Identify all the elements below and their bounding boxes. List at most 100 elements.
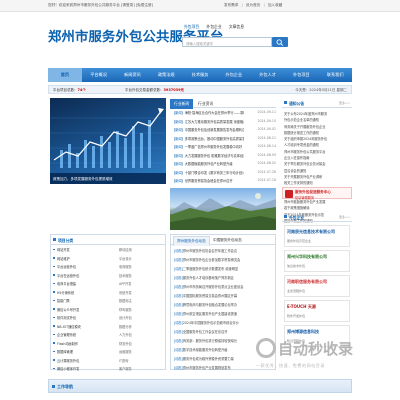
news-item-title[interactable]: 【新闻】多项政策出台，推动中国服务外包高质量发展 <box>172 136 244 141</box>
dynamics-item[interactable]: [动态]郑州航空港区服务外包产业园建设提速 <box>171 308 275 317</box>
project-category-link[interactable]: 云计算服务外包 <box>57 358 79 363</box>
set-homepage-link[interactable]: 设为首页 <box>246 3 260 7</box>
nav-home[interactable]: 首页 <box>48 68 82 82</box>
project-category-link[interactable]: 数据库管理 <box>57 349 73 354</box>
project-category-link[interactable]: NB-IOT通信模块 <box>57 324 81 329</box>
project-category-link[interactable]: IT咨询 <box>119 358 128 363</box>
news-item[interactable]: 【新闻】中国服务外包及创新发展报告发布会顺利召开 2024-09-02 <box>170 125 276 134</box>
project-category-link[interactable]: 财务外包 <box>119 341 132 346</box>
news-item[interactable]: 【新闻】世界服务贸易协会峰会在郑州召开 2024-07-18 <box>170 176 276 185</box>
dynamics-item-title[interactable]: [动态]跨境电商与服务外包融合发展论坛举办 <box>174 302 274 307</box>
search-button[interactable] <box>272 37 288 47</box>
nav-projects[interactable]: 外包项目 <box>284 68 318 82</box>
news-item-title[interactable]: 【新闻】大数据赋能服务外包产业转型升级 <box>172 161 244 166</box>
project-category-link[interactable]: 软件测试外包 <box>57 315 76 320</box>
news-item-title[interactable]: 【新闻】中国服务外包及创新发展报告发布会顺利召开 <box>172 127 244 132</box>
search-tab-projects[interactable]: 外包项目 <box>184 24 199 29</box>
project-category-link[interactable]: APP开发 <box>119 281 131 286</box>
service-center-banner[interactable]: 服务外包促进服务中心 信息管理服务 <box>282 187 352 200</box>
dynamics-item[interactable]: [动态]服务外包人才培训基地落户郑东新区 <box>171 272 275 281</box>
enterprise-more-link[interactable]: 更多>> <box>339 215 350 219</box>
project-category-link[interactable]: H5分销系统 <box>57 290 74 295</box>
notice-more-link[interactable]: 更多>> <box>339 101 350 105</box>
news-item[interactable]: 【新闻】大数据赋能服务外包产业转型升级 2024-08-02 <box>170 159 276 168</box>
enterprise-logo[interactable]: E-TOUCH 天源 软件开发外包 <box>284 300 350 322</box>
dynamics-item-title[interactable]: [动态]二季度服务外包统计数据发布 增速明显 <box>174 266 274 271</box>
news-item-title[interactable]: 【新闻】十部门联合印发《数字商务三年行动计划》 <box>172 170 244 175</box>
add-favorite-link[interactable]: 加入收藏 <box>268 3 282 7</box>
project-category-link[interactable]: 运维服务 <box>119 349 132 354</box>
news-item[interactable]: 【新闻】一季度广信郑州市服务外包发展稳中向好 2024-08-14 <box>170 142 276 151</box>
project-category-link[interactable]: 设计外包 <box>119 315 132 320</box>
news-item-title[interactable]: 【新闻】海阳·智海区业合作大会在郑州举行——录取的... <box>172 110 244 115</box>
nav-tech-service[interactable]: 技术服务 <box>183 68 217 82</box>
project-category-link[interactable]: 企业管理系统 <box>57 332 76 337</box>
news-item[interactable]: 【新闻】大力发展服务外包 助推数字经济与实体经济 2024-08-09 <box>170 151 276 160</box>
enterprise-logo[interactable]: 郑州兴华科技有限公司 信息技术外包 <box>284 250 350 272</box>
dynamics-item-title[interactable]: [动态]全国服务外包工作会议在京召开 <box>174 329 274 334</box>
enterprise-logo[interactable]: 河南辰光信息技术有限公司 服务外包示范企业 <box>284 225 350 247</box>
news-item[interactable]: 【新闻】十部门联合印发《数字商务三年行动计划》 2024-07-26 <box>170 168 276 177</box>
dynamics-item-title[interactable]: [动态]郑州市服务外包企业参加数字贸易博览会 <box>174 257 274 262</box>
tab-china-dynamics[interactable]: 中国服务外包动态 <box>213 238 242 243</box>
search-input[interactable]: 请输入搜索关键字 <box>182 37 272 47</box>
dynamics-item-text: 服务外包成为稳外贸稳外资重要力量 <box>182 356 234 361</box>
project-row: 平台运营外包 电商服务 <box>51 262 165 271</box>
news-item-title[interactable]: 【新闻】大力发展服务外包 助推数字经济与实体经济 <box>172 153 244 158</box>
tab-industry-info[interactable]: 行业资讯 <box>198 101 213 107</box>
project-category-link[interactable]: 移动应用 <box>119 247 132 252</box>
project-category-link[interactable]: 呼叫服务 <box>119 307 132 312</box>
project-category-link[interactable]: 微信公众号开发 <box>57 307 79 312</box>
project-category-link[interactable]: 网站开发 <box>57 247 70 252</box>
dynamics-item-title[interactable]: [动态]服务外包人才培训基地落户郑东新区 <box>174 275 274 280</box>
dynamics-item[interactable]: [动态]2024年中国服务外包示范城市综合评价 <box>171 317 275 326</box>
nav-news[interactable]: 新闻资讯 <box>116 68 150 82</box>
news-item-title[interactable]: 【新闻】一季度广信郑州市服务外包发展稳中向好 <box>172 144 244 149</box>
dynamics-item-title[interactable]: [动态]中国国际服务贸易交易会郑州展区开幕 <box>174 293 274 298</box>
dynamics-item[interactable]: [动态]跨境电商与服务外包融合发展论坛举办 <box>171 299 275 308</box>
project-category-link[interactable]: 数据分析 <box>119 324 132 329</box>
dynamics-item[interactable]: [动态]郑州市服务外包企业参加数字贸易博览会 <box>171 254 275 263</box>
dynamics-item[interactable]: [动态]二季度服务外包统计数据发布 增速明显 <box>171 263 275 272</box>
project-category-link[interactable]: 电商平台搭建 <box>57 281 76 286</box>
dynamics-item[interactable]: [动态]郑州市服务外包协会召开年度工作会议 <box>171 245 275 254</box>
dynamics-item-title[interactable]: [动态]2024年中国服务外包示范城市综合评价 <box>174 320 274 325</box>
nav-policy[interactable]: 政策法规 <box>149 68 183 82</box>
search-tab-articles[interactable]: 文章信息 <box>229 24 244 29</box>
login-link[interactable]: [请登录] <box>121 3 135 7</box>
post-demand-link[interactable]: 发布需求 <box>224 3 238 7</box>
nav-talent[interactable]: 外包人才 <box>251 68 285 82</box>
dynamics-item[interactable]: [动态]中国国际服务贸易交易会郑州展区开幕 <box>171 290 275 299</box>
nav-overview[interactable]: 平台概况 <box>82 68 116 82</box>
news-item[interactable]: 【新闻】多项政策出台，推动中国服务外包高质量发展 2024-08-21 <box>170 134 276 143</box>
news-item-title[interactable]: 【新闻】世界服务贸易协会峰会在郑州召开 <box>172 178 244 183</box>
news-item[interactable]: 【新闻】海阳·智海区业合作大会在郑州举行——录取的... 2024-09-11 <box>170 108 276 117</box>
project-category-link[interactable]: 人力外包 <box>119 332 132 337</box>
dynamics-item-title[interactable]: [动态]郑州市商务局召开服务外包重点企业座谈会 <box>174 284 274 289</box>
nav-contact[interactable]: 联系我们 <box>318 68 352 82</box>
project-category-link[interactable]: 网站维护 <box>57 256 70 261</box>
search-tab-enterprises[interactable]: 外包企业 <box>206 24 221 29</box>
project-category-link[interactable]: 客户服务 <box>119 366 132 371</box>
dynamics-item-title[interactable]: [动态]郑州航空港区服务外包产业园建设提速 <box>174 311 274 316</box>
project-category-link[interactable]: 智能门禁 <box>57 298 70 303</box>
dynamics-item-title[interactable]: [动态]郑州市服务外包协会召开年度工作会议 <box>174 248 274 253</box>
project-category-link[interactable]: 技术服务 <box>119 273 132 278</box>
register-link[interactable]: [免费注册] <box>136 3 153 7</box>
dynamics-item[interactable]: [动态]郑州市商务局召开服务外包重点企业座谈会 <box>171 281 275 290</box>
nav-enterprises[interactable]: 外包企业 <box>217 68 251 82</box>
project-category-link[interactable]: 数据标注 <box>119 298 132 303</box>
news-item-title[interactable]: 【新闻】江苏大力推动服务外包高质量发展 深度融合 <box>172 119 244 124</box>
enterprise-logo[interactable]: 河南职信服务有限公司 业务流程外包 <box>284 275 350 297</box>
banner-image[interactable]: 政策加力，多项发展服务外包提质增效 <box>50 98 166 184</box>
project-category-link[interactable]: 系统开发 <box>119 290 132 295</box>
enterprise-logo-list: 河南辰光信息技术有限公司 服务外包示范企业 郑州兴华科技有限公司 信息技术外包 河南职信… <box>282 225 352 347</box>
dynamics-item[interactable]: [动态]全国服务外包工作会议在京召开 <box>171 326 275 335</box>
project-category-link[interactable]: 平台运营外包 <box>57 264 76 269</box>
project-category-link[interactable]: 电商服务 <box>119 264 132 269</box>
project-category-link[interactable]: 平台在运营外包 <box>57 273 79 278</box>
project-category-link[interactable]: 平台设计 <box>119 256 132 261</box>
project-category-link[interactable]: 微信小程序开发 <box>57 366 79 371</box>
project-category-link[interactable]: Flash动画制作 <box>57 341 78 346</box>
news-item[interactable]: 【新闻】江苏大力推动服务外包高质量发展 深度融合 2024-09-10 <box>170 117 276 126</box>
